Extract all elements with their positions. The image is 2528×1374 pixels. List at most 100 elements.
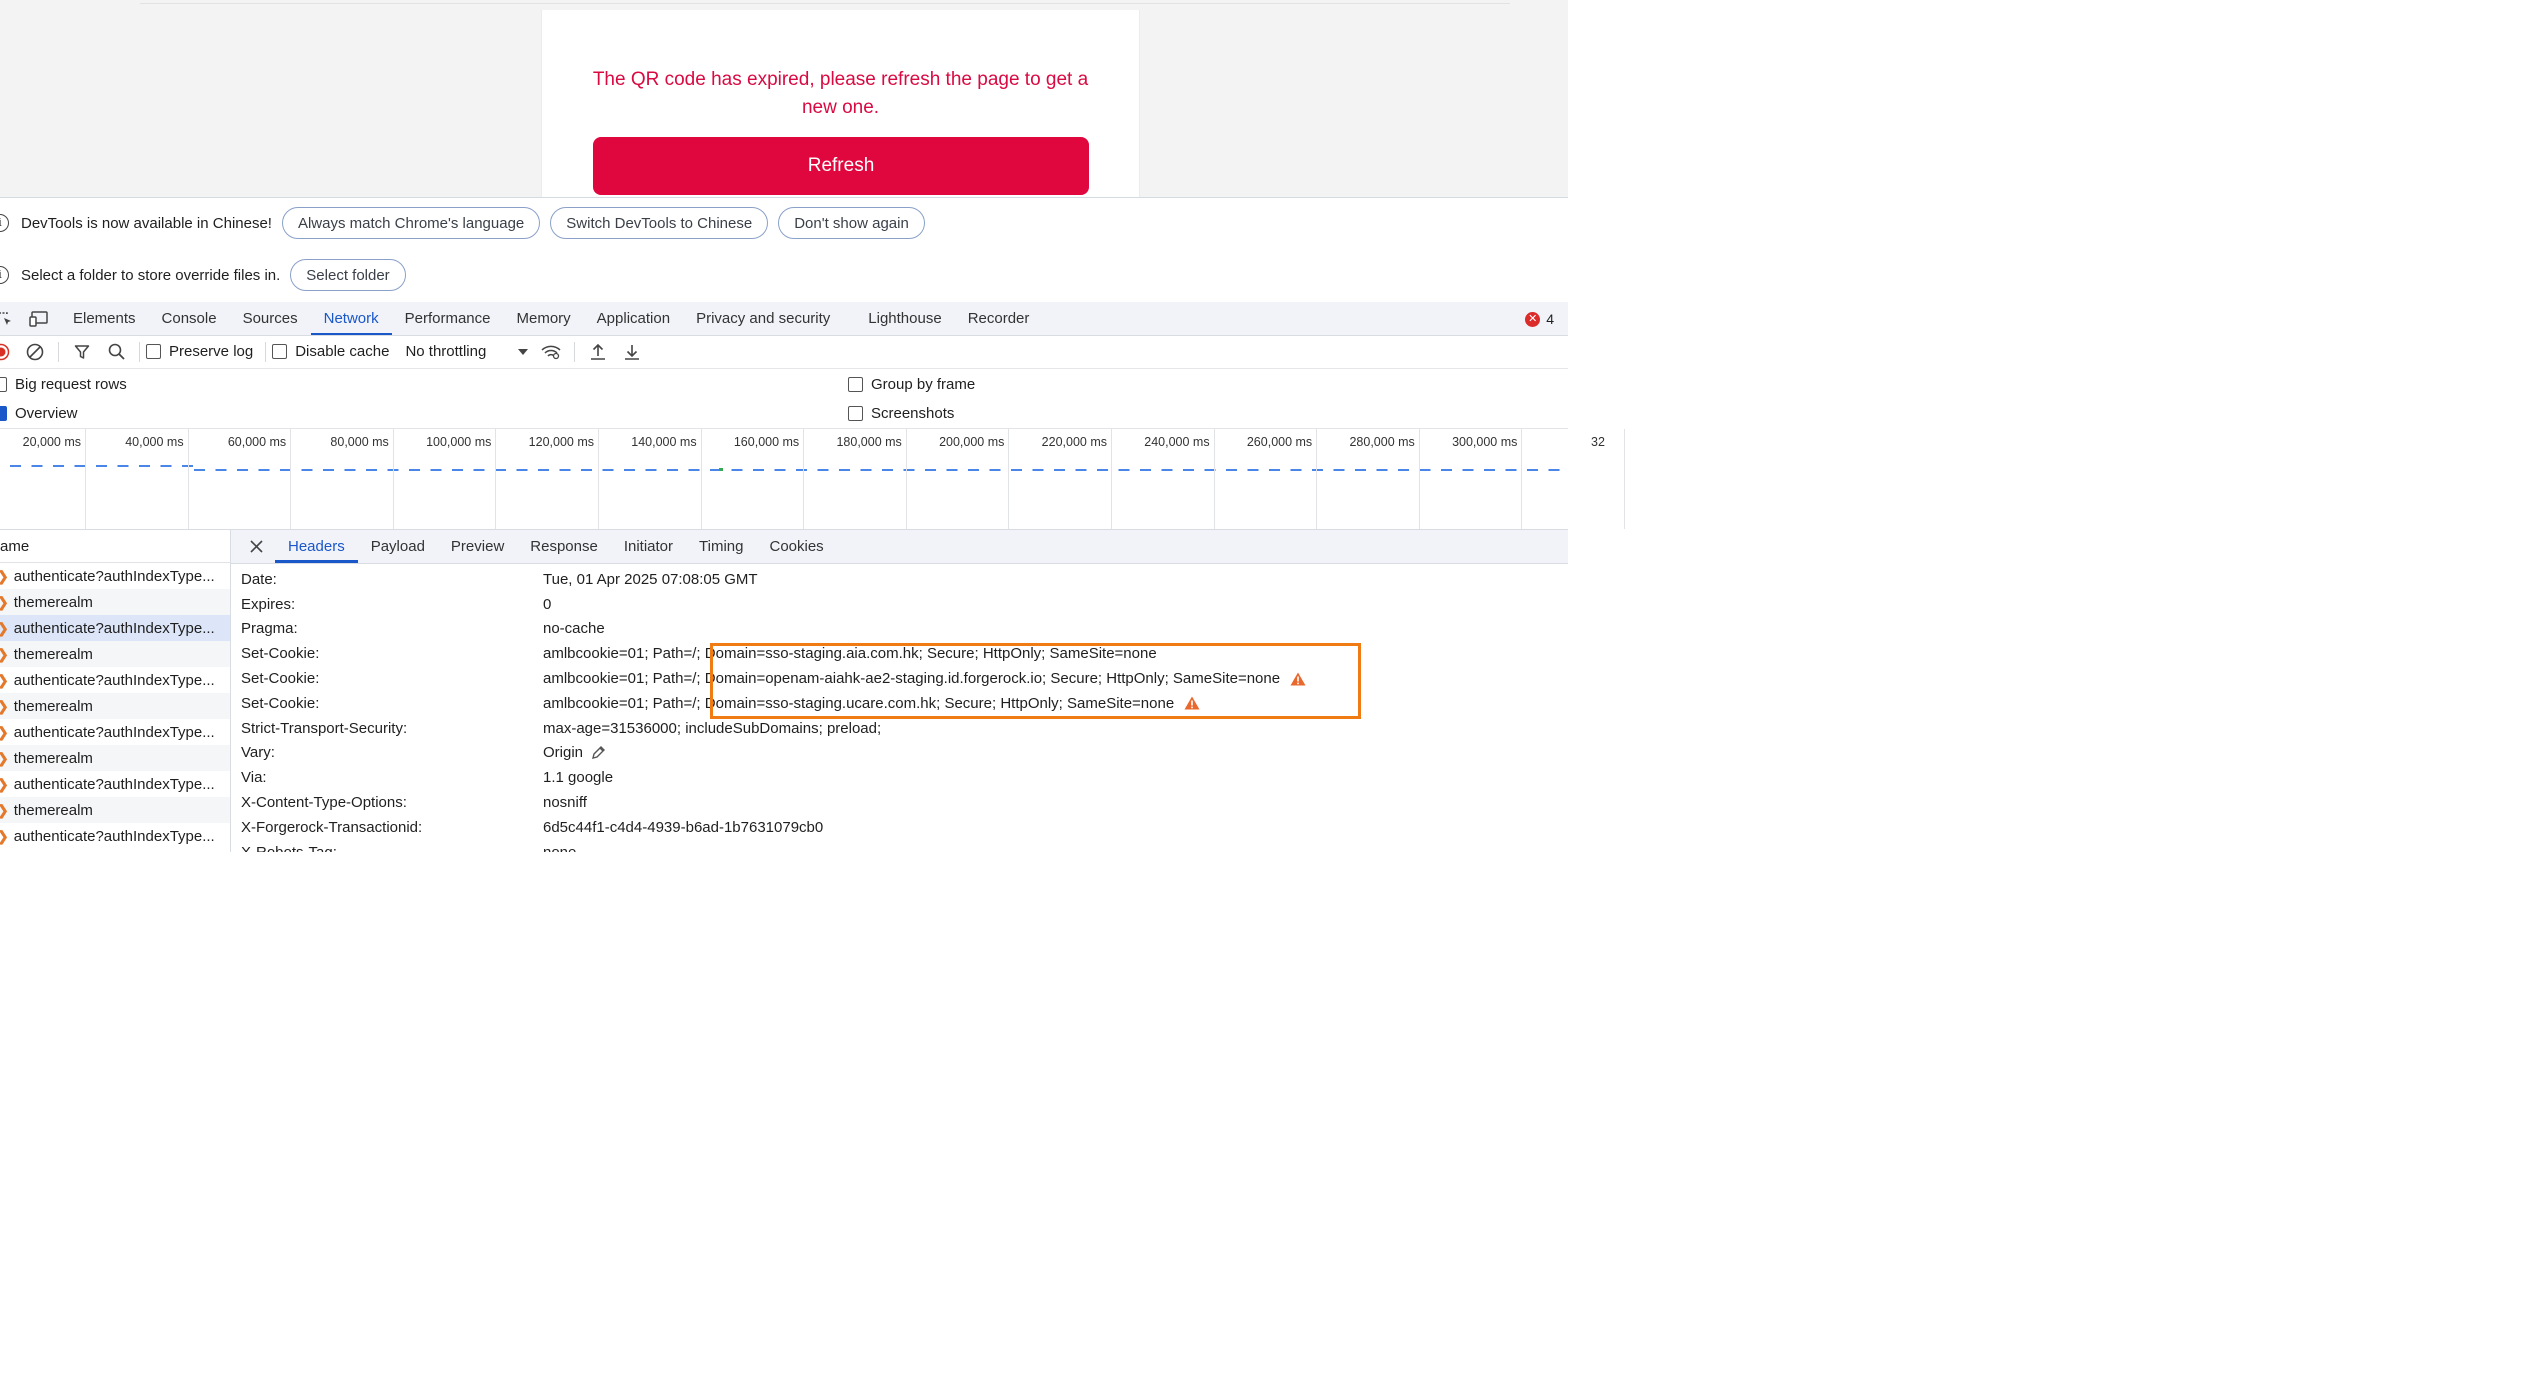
request-row[interactable]: ❯authenticate?authIndexType... xyxy=(0,667,230,693)
tab-memory[interactable]: Memory xyxy=(504,302,584,335)
name-column-label: ame xyxy=(0,537,30,555)
request-row[interactable]: ❯themerealm xyxy=(0,641,230,667)
header-value: 1.1 google xyxy=(543,769,614,787)
error-count-badge[interactable]: ✕ 4 xyxy=(1525,311,1554,327)
device-toolbar-icon[interactable] xyxy=(28,308,50,330)
tab-application[interactable]: Application xyxy=(584,302,683,335)
request-waterfall-bar xyxy=(194,469,205,471)
timeline-tick-label: 100,000 ms xyxy=(426,435,492,449)
header-row: X-Robots-Tag:none xyxy=(231,840,1568,852)
xhr-icon: ❯ xyxy=(0,698,9,715)
request-row-selected[interactable]: ❯authenticate?authIndexType... xyxy=(0,615,230,641)
timeline-gridline xyxy=(1521,429,1523,529)
header-row: Vary: Origin xyxy=(231,741,1568,766)
header-name: Set-Cookie: xyxy=(241,694,320,712)
screenshots-setting[interactable]: Screenshots xyxy=(848,398,954,428)
request-waterfall-bar xyxy=(1032,469,1044,471)
name-column-header[interactable]: ame xyxy=(0,530,230,563)
screenshots-checkbox[interactable] xyxy=(848,405,863,421)
request-row[interactable]: ❯themerealm xyxy=(0,693,230,719)
network-conditions-icon[interactable] xyxy=(540,341,562,363)
request-waterfall-bar xyxy=(1548,469,1560,471)
header-value: nosniff xyxy=(543,794,587,812)
header-row: X-Content-Type-Options: nosniff xyxy=(231,790,1568,815)
preserve-log-label: Preserve log xyxy=(169,343,254,360)
edit-pencil-icon[interactable] xyxy=(591,745,606,760)
request-row[interactable]: ❯themerealm xyxy=(0,797,230,823)
tab-recorder[interactable]: Recorder xyxy=(955,302,1043,335)
request-waterfall-bar xyxy=(237,469,248,471)
refresh-button[interactable]: Refresh xyxy=(593,137,1089,195)
filter-icon[interactable] xyxy=(71,341,93,363)
tab-timing[interactable]: Timing xyxy=(686,530,756,563)
request-waterfall-bar xyxy=(366,469,377,471)
import-har-icon[interactable] xyxy=(587,341,609,363)
tab-privacy-and-security[interactable]: Privacy and security xyxy=(683,302,843,335)
page-top-divider xyxy=(140,0,1510,4)
error-count: 4 xyxy=(1546,311,1554,327)
big-request-rows-checkbox[interactable] xyxy=(0,376,7,392)
request-waterfall-bar xyxy=(323,469,334,471)
inspect-element-icon[interactable] xyxy=(0,308,16,330)
tab-preview[interactable]: Preview xyxy=(438,530,517,563)
header-row: X-Forgerock-Transactionid: 6d5c44f1-c4d4-… xyxy=(231,815,1568,840)
request-row[interactable]: ❯authenticate?authIndexType... xyxy=(0,719,230,745)
tab-performance[interactable]: Performance xyxy=(392,302,504,335)
request-row[interactable]: ❯themerealm xyxy=(0,745,230,771)
tab-sources[interactable]: Sources xyxy=(230,302,311,335)
tab-initiator[interactable]: Initiator xyxy=(611,530,686,563)
tab-response[interactable]: Response xyxy=(517,530,611,563)
request-name: themerealm xyxy=(13,697,93,715)
timeline-tick-label: 300,000 ms xyxy=(1452,435,1518,449)
request-waterfall-bar xyxy=(925,469,936,471)
request-waterfall-bar xyxy=(1054,469,1065,471)
request-row[interactable]: ❯themerealm xyxy=(0,589,230,615)
tab-cookies[interactable]: Cookies xyxy=(756,530,836,563)
request-waterfall-bar xyxy=(10,465,21,467)
throttling-value: No throttling xyxy=(405,343,487,360)
screenshots-label: Screenshots xyxy=(871,404,955,422)
header-value: 6d5c44f1-c4d4-4939-b6ad-1b7631079cb0 xyxy=(543,818,824,836)
select-folder-button[interactable]: Select folder xyxy=(290,259,406,291)
big-request-rows-setting[interactable]: Big request rows xyxy=(0,369,127,399)
switch-to-chinese-button[interactable]: Switch DevTools to Chinese xyxy=(550,207,769,239)
request-waterfall-bar xyxy=(1355,469,1366,471)
toolbar-divider xyxy=(574,341,576,362)
group-by-frame-checkbox[interactable] xyxy=(848,376,863,392)
header-name: Vary: xyxy=(241,744,275,762)
header-name: X-Content-Type-Options: xyxy=(241,794,407,812)
tab-lighthouse[interactable]: Lighthouse xyxy=(855,302,954,335)
overview-setting[interactable]: Overview xyxy=(0,398,78,428)
tab-console[interactable]: Console xyxy=(149,302,230,335)
network-overview-timeline[interactable]: 20,000 ms 40,000 ms 60,000 ms 80,000 ms 100,… xyxy=(0,428,1625,530)
clear-icon[interactable] xyxy=(24,341,46,363)
qr-expired-message: The QR code has expired, please refresh … xyxy=(592,69,1089,118)
network-toolbar: Preserve log Disable cache No throttling xyxy=(0,335,1568,369)
tab-elements[interactable]: Elements xyxy=(60,302,149,335)
request-waterfall-bar xyxy=(215,469,227,471)
timeline-tick-label: 20,000 ms xyxy=(22,435,81,449)
overview-checkbox-checked[interactable] xyxy=(0,405,7,421)
tab-payload[interactable]: Payload xyxy=(358,530,438,563)
request-waterfall-bar xyxy=(1441,469,1452,471)
request-waterfall-bar xyxy=(839,469,850,471)
export-har-icon[interactable] xyxy=(621,341,643,363)
search-icon[interactable] xyxy=(105,341,127,363)
tab-headers[interactable]: Headers xyxy=(275,530,358,563)
tab-network[interactable]: Network xyxy=(310,302,392,335)
request-row[interactable]: ❯authenticate?authIndexType... xyxy=(0,823,230,849)
group-by-frame-setting[interactable]: Group by frame xyxy=(848,369,975,399)
request-row[interactable]: ❯authenticate?authIndexType... xyxy=(0,771,230,797)
close-icon[interactable] xyxy=(245,536,267,558)
disable-cache-checkbox[interactable] xyxy=(272,344,288,359)
dont-show-again-button[interactable]: Don't show again xyxy=(778,207,925,239)
record-stop-icon[interactable] xyxy=(0,341,12,363)
always-match-language-button[interactable]: Always match Chrome's language xyxy=(281,207,541,239)
request-waterfall-bar xyxy=(1183,469,1194,471)
request-waterfall-bar xyxy=(602,469,614,471)
throttling-select[interactable]: No throttling xyxy=(405,343,529,360)
request-waterfall-bar xyxy=(301,469,313,471)
request-waterfall-bar xyxy=(860,469,872,471)
preserve-log-checkbox[interactable] xyxy=(146,344,161,359)
request-row[interactable]: ❯authenticate?authIndexType... xyxy=(0,563,230,589)
